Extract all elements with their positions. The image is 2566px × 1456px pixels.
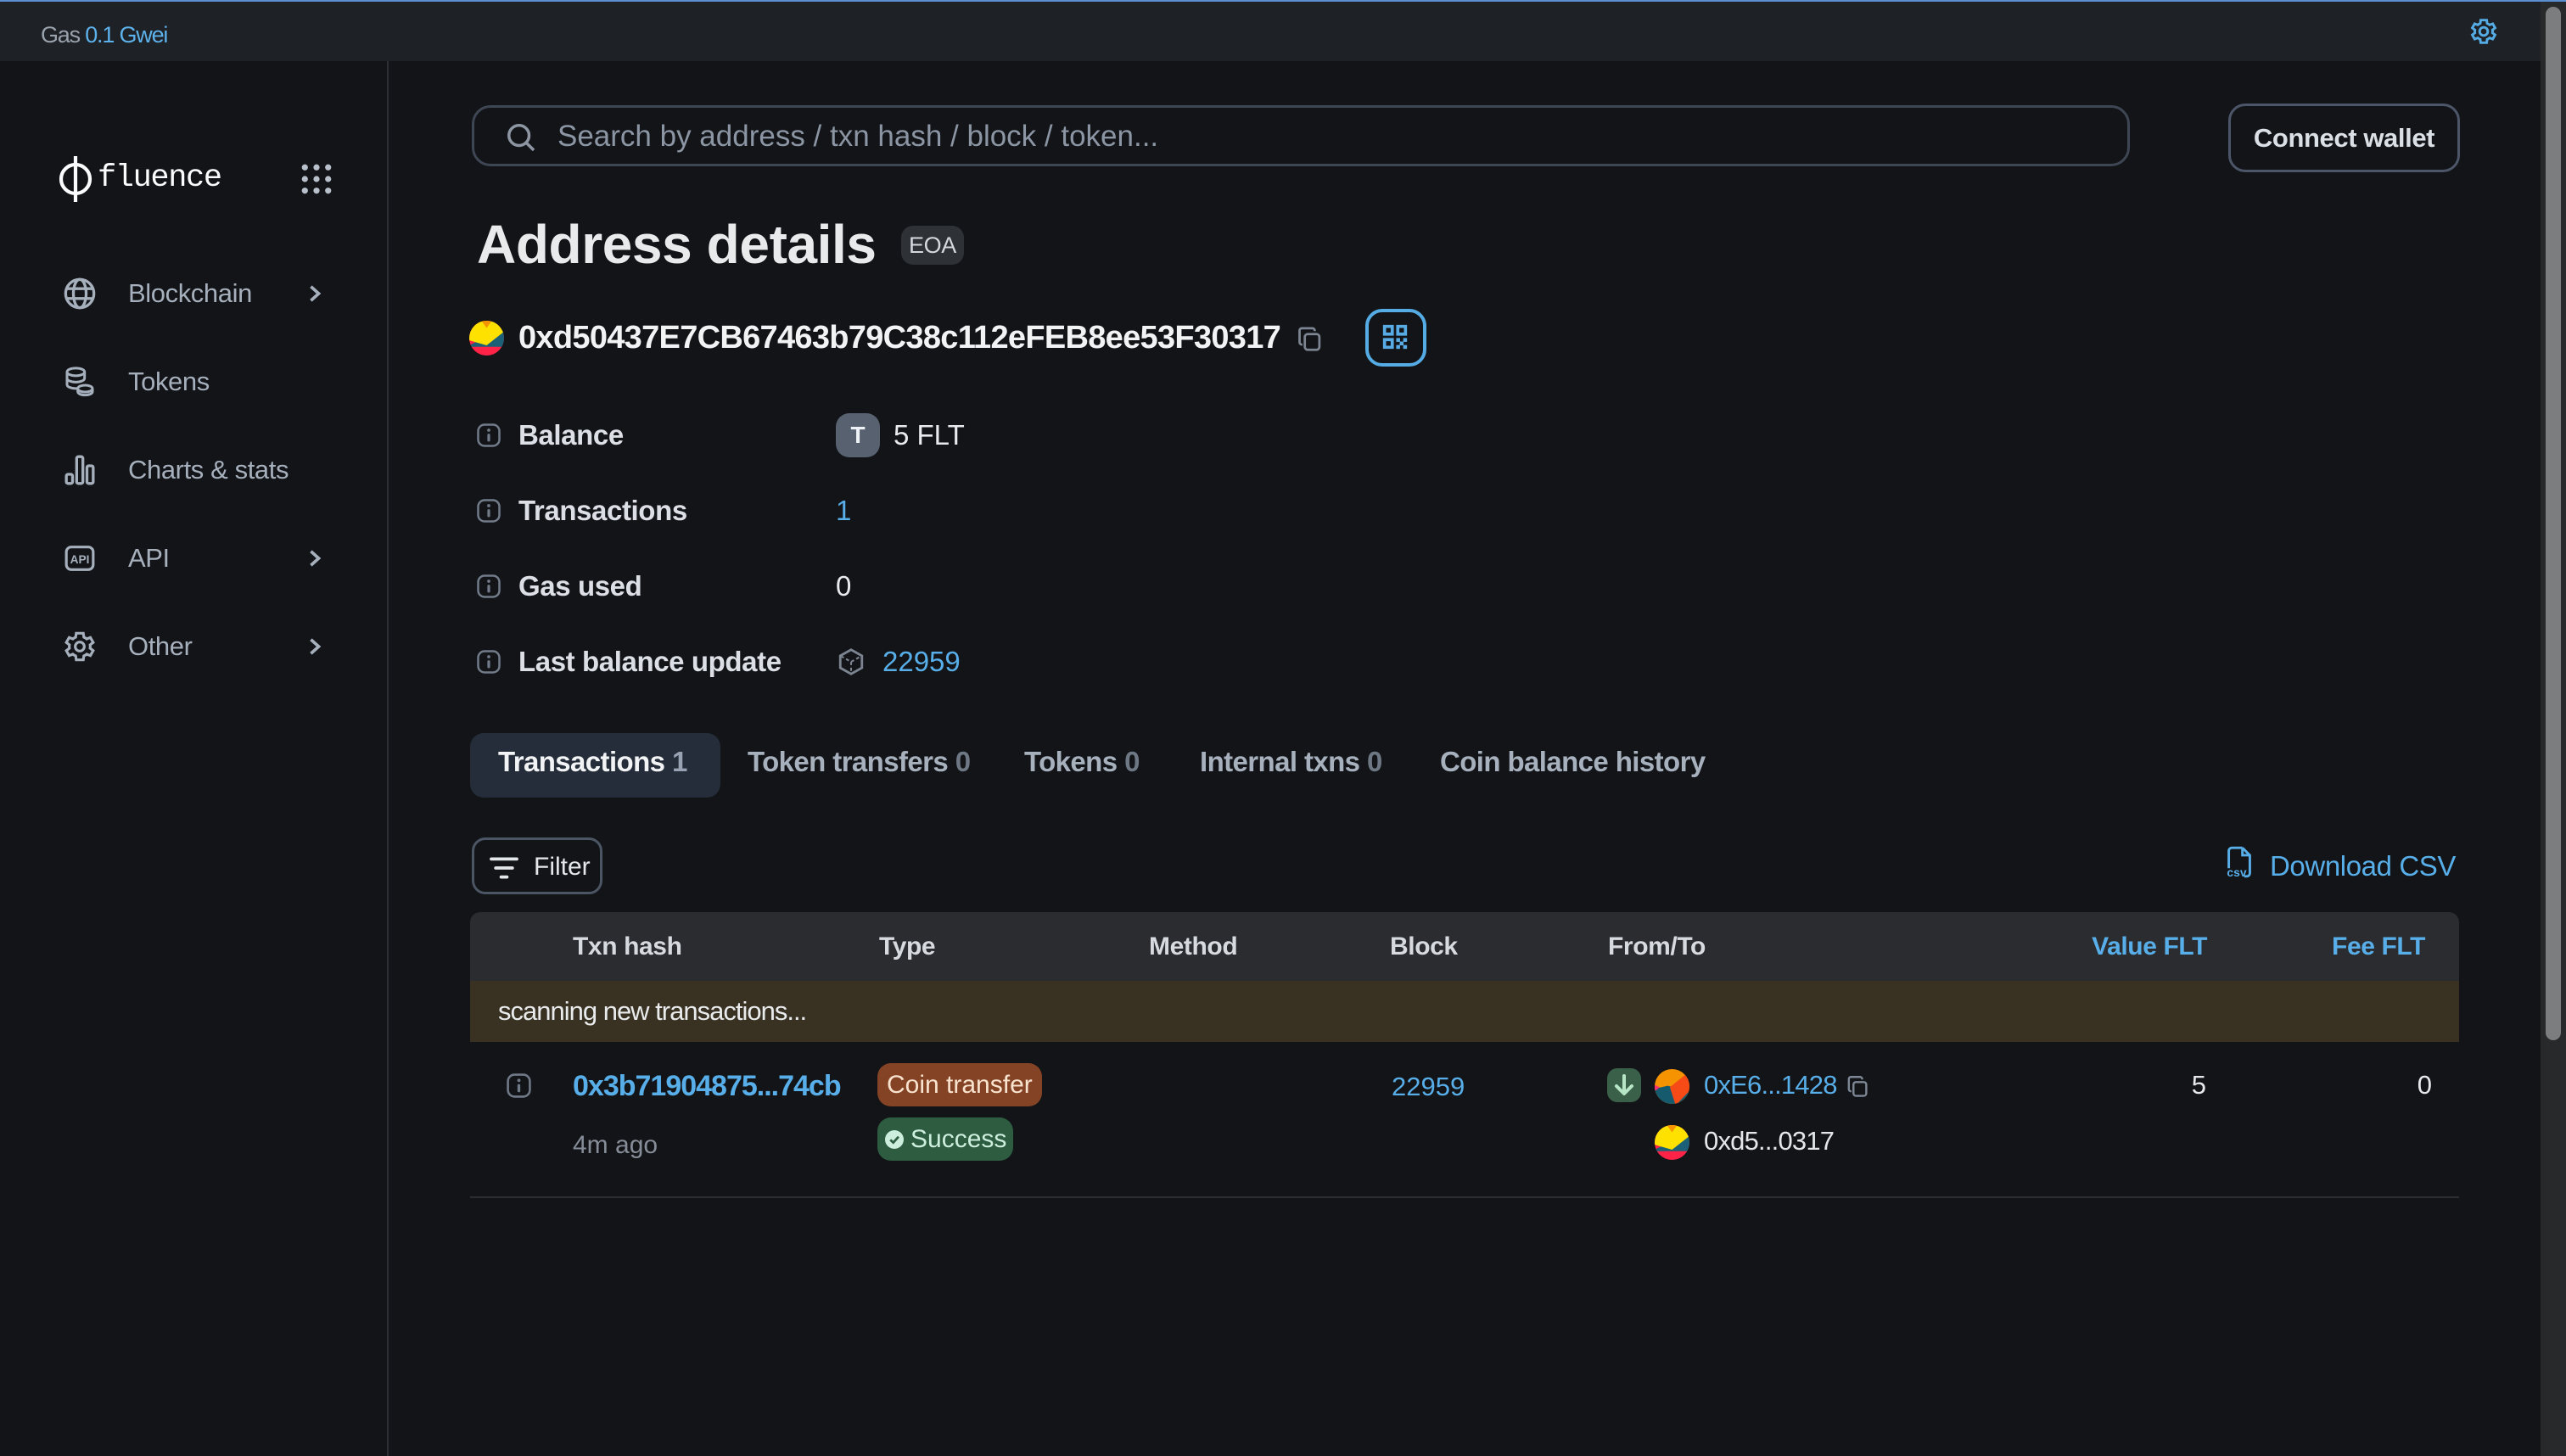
- svg-text:csv: csv: [2227, 865, 2246, 878]
- svg-text:API: API: [70, 553, 90, 566]
